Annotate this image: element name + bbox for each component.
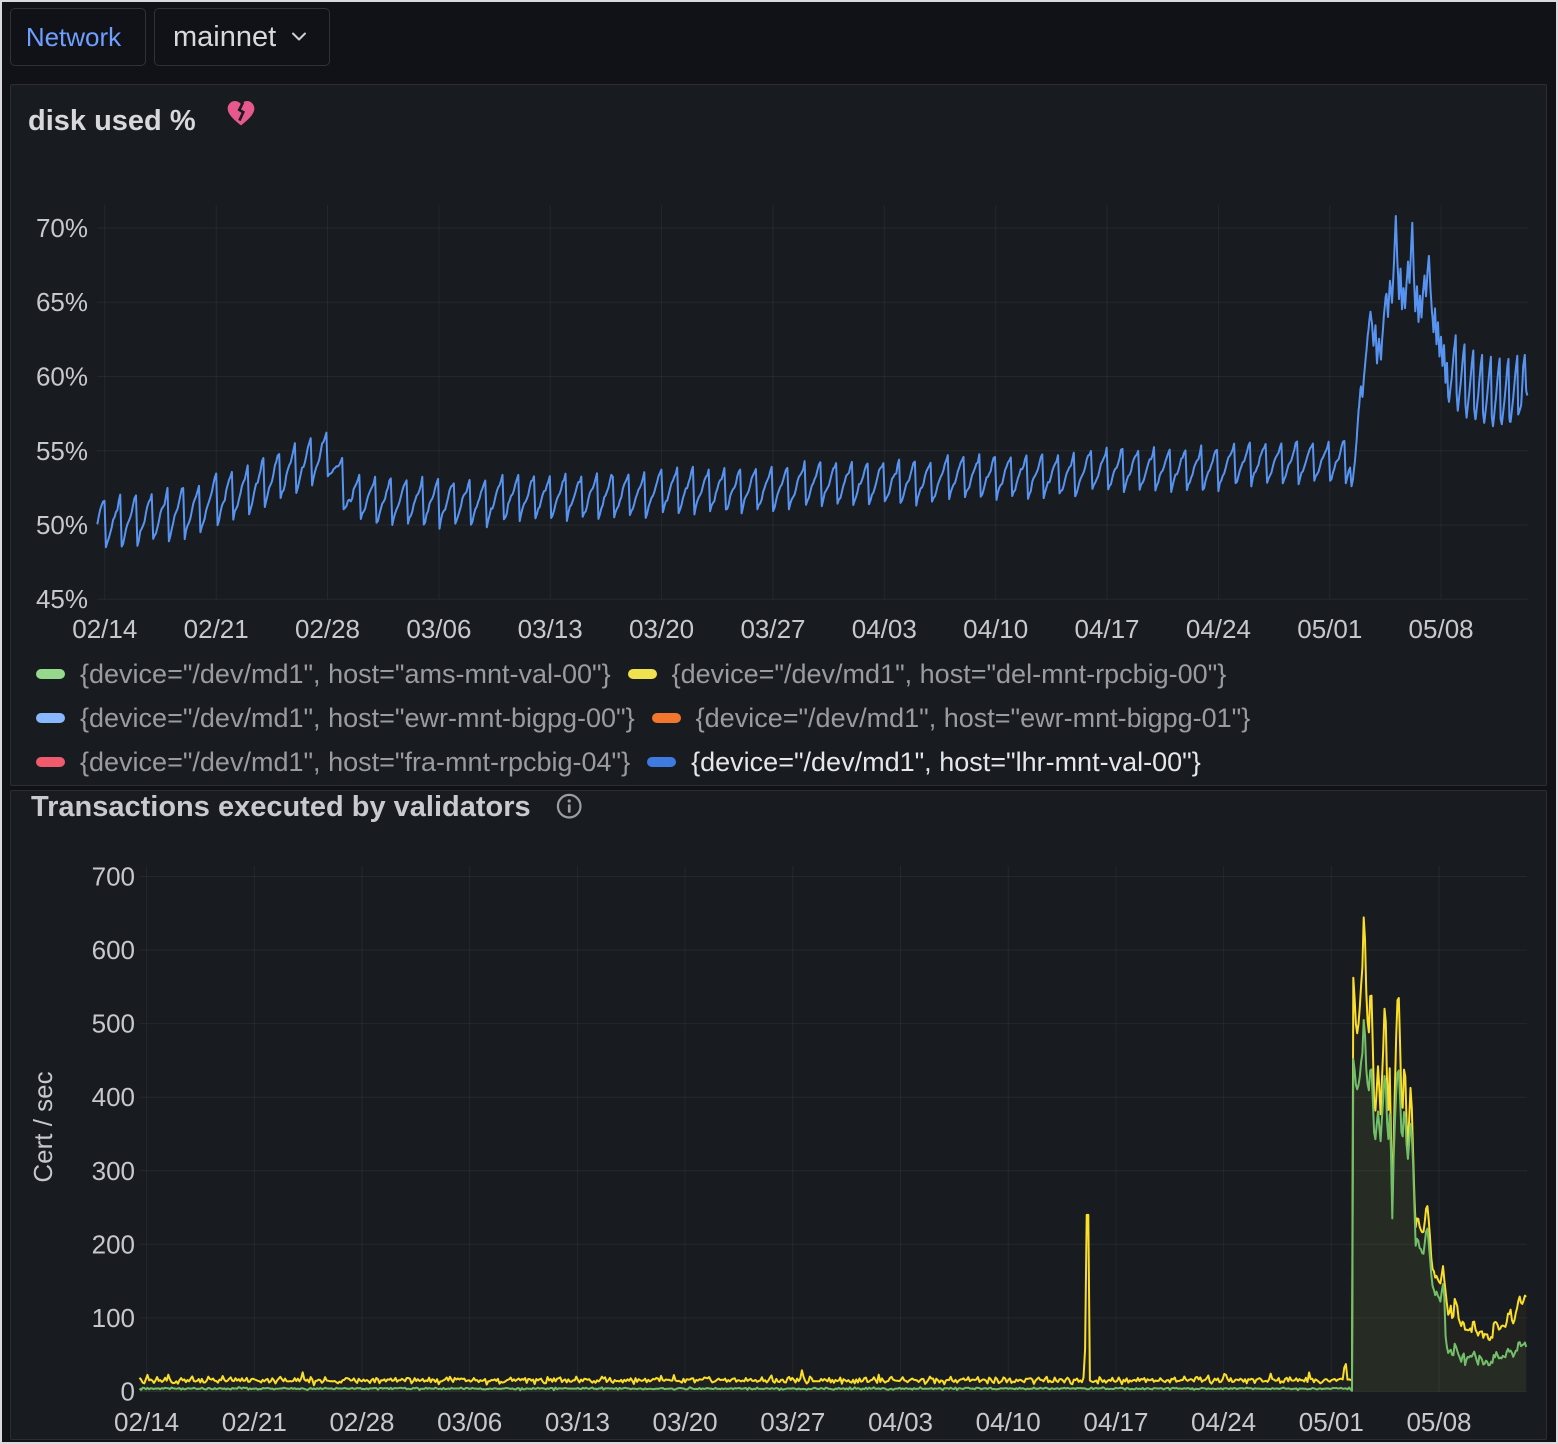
svg-text:100: 100 [92, 1303, 135, 1333]
svg-text:03/27: 03/27 [760, 1407, 825, 1437]
svg-text:05/01: 05/01 [1297, 614, 1362, 644]
svg-text:200: 200 [92, 1229, 135, 1259]
svg-text:45%: 45% [36, 584, 88, 614]
svg-text:04/17: 04/17 [1074, 614, 1139, 644]
svg-text:04/17: 04/17 [1083, 1407, 1148, 1437]
svg-text:04/10: 04/10 [963, 614, 1028, 644]
svg-text:04/03: 04/03 [868, 1407, 933, 1437]
svg-text:500: 500 [92, 1009, 135, 1039]
svg-text:Cert / sec: Cert / sec [28, 1071, 58, 1182]
svg-text:50%: 50% [36, 510, 88, 540]
svg-text:05/08: 05/08 [1409, 614, 1474, 644]
svg-text:600: 600 [92, 935, 135, 965]
svg-text:02/14: 02/14 [114, 1407, 179, 1437]
svg-text:05/01: 05/01 [1299, 1407, 1364, 1437]
svg-text:300: 300 [92, 1156, 135, 1186]
svg-text:02/21: 02/21 [184, 614, 249, 644]
svg-text:04/03: 04/03 [852, 614, 917, 644]
svg-text:03/13: 03/13 [545, 1407, 610, 1437]
svg-text:65%: 65% [36, 287, 88, 317]
svg-text:03/06: 03/06 [406, 614, 471, 644]
svg-text:03/27: 03/27 [740, 614, 805, 644]
svg-text:03/20: 03/20 [629, 614, 694, 644]
svg-text:03/06: 03/06 [437, 1407, 502, 1437]
svg-text:02/14: 02/14 [72, 614, 137, 644]
svg-text:05/08: 05/08 [1406, 1407, 1471, 1437]
svg-text:02/21: 02/21 [222, 1407, 287, 1437]
svg-text:55%: 55% [36, 436, 88, 466]
svg-text:04/10: 04/10 [976, 1407, 1041, 1437]
svg-text:03/13: 03/13 [518, 614, 583, 644]
svg-text:700: 700 [92, 862, 135, 892]
svg-text:400: 400 [92, 1082, 135, 1112]
svg-text:0: 0 [121, 1377, 135, 1407]
svg-text:70%: 70% [36, 213, 88, 243]
svg-text:04/24: 04/24 [1191, 1407, 1256, 1437]
svg-text:04/24: 04/24 [1186, 614, 1251, 644]
svg-text:60%: 60% [36, 362, 88, 392]
svg-text:03/20: 03/20 [653, 1407, 718, 1437]
svg-text:02/28: 02/28 [329, 1407, 394, 1437]
svg-text:02/28: 02/28 [295, 614, 360, 644]
